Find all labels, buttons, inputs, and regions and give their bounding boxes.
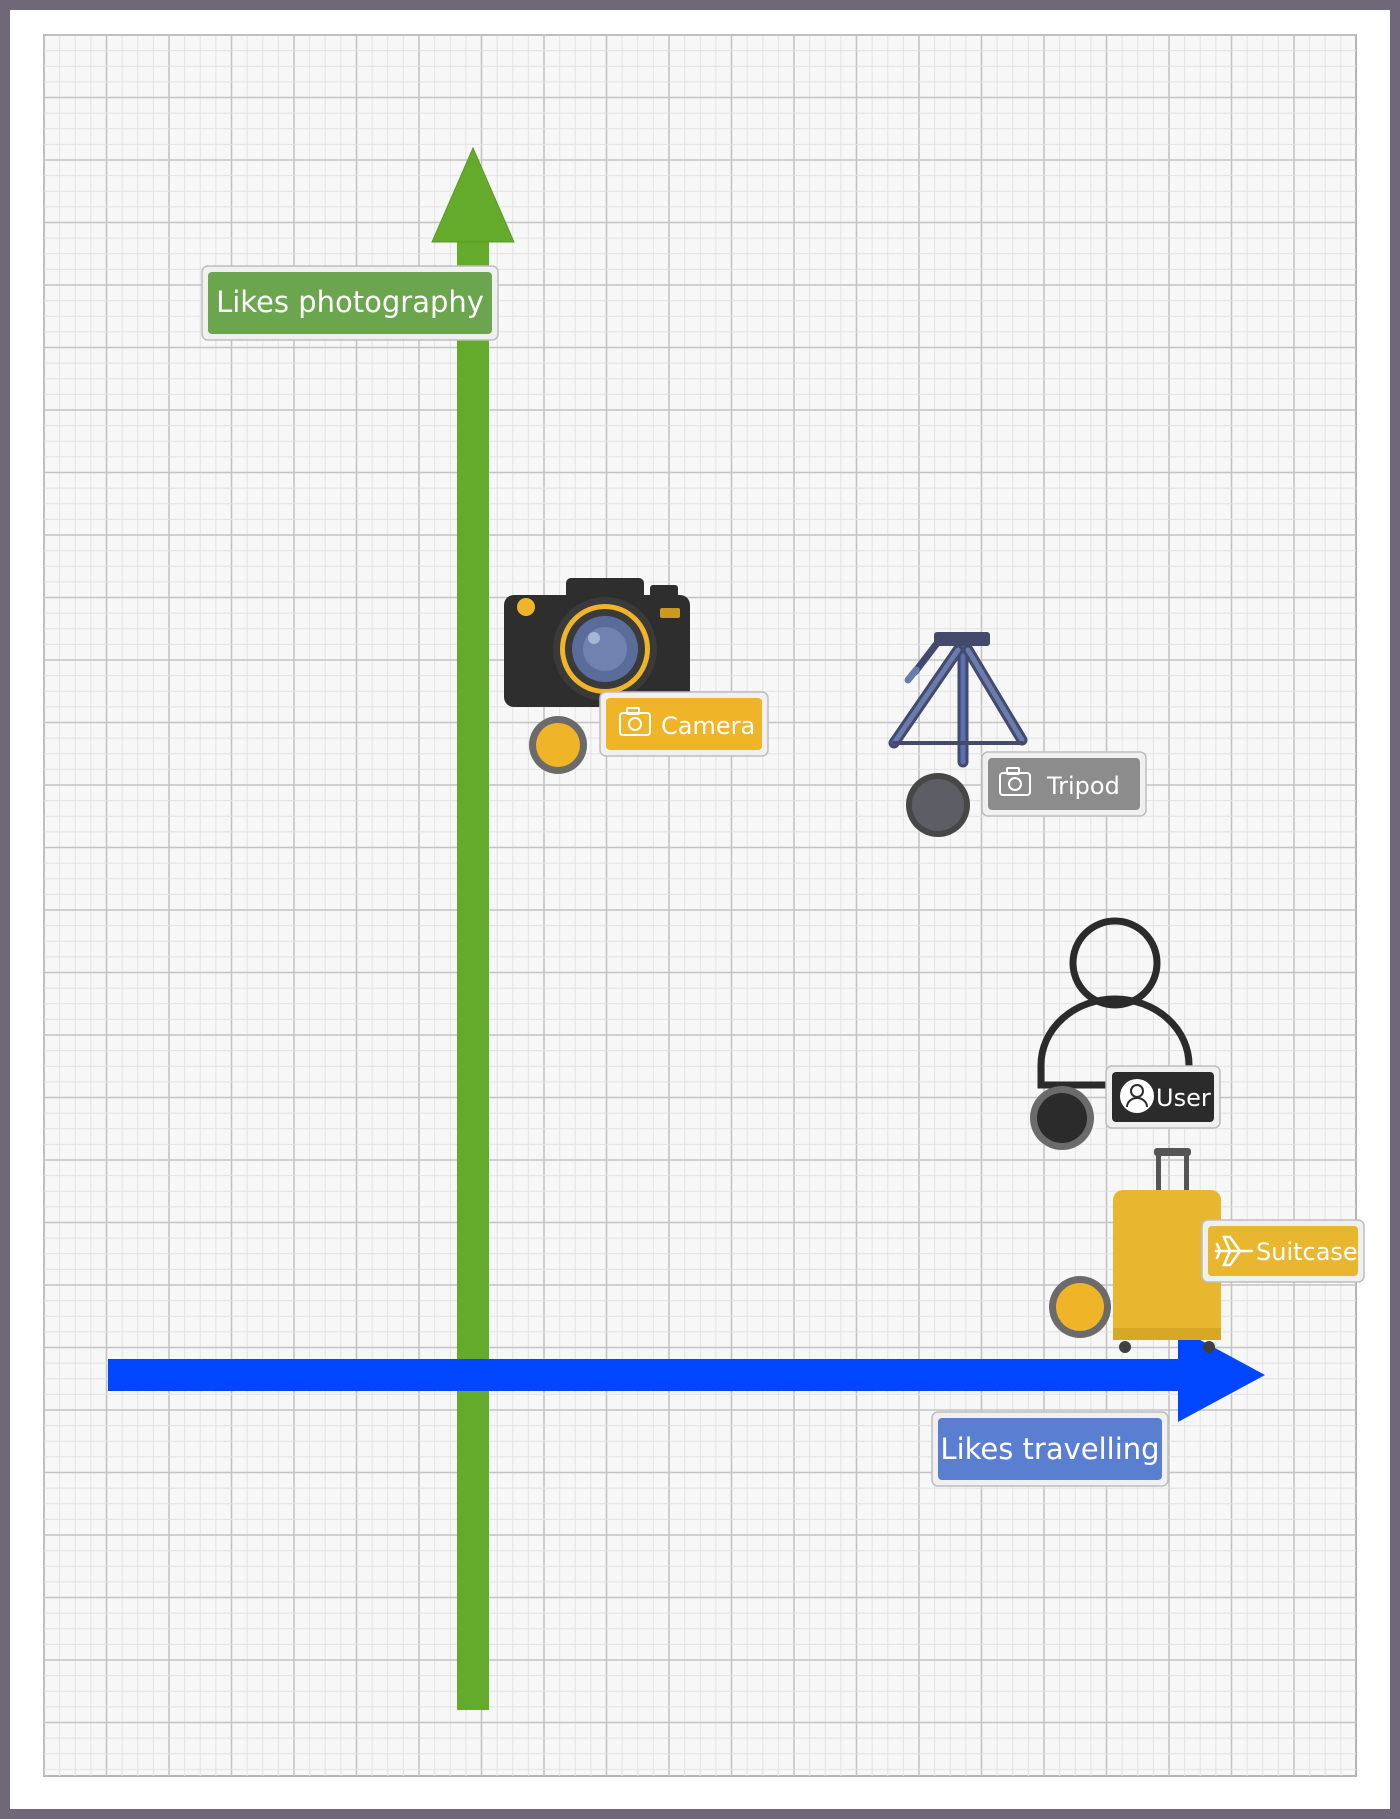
diagram-page: Likes photography Likes travelling Camer…	[10, 10, 1390, 1809]
y-axis-shaft	[457, 240, 489, 1710]
camera-icon	[504, 578, 690, 707]
diagram-canvas: Likes photography Likes travelling Camer…	[43, 34, 1365, 1777]
user-label: User	[1156, 1084, 1211, 1112]
user-circle-icon	[1120, 1079, 1154, 1113]
tripod-label: Tripod	[1046, 772, 1120, 800]
y-axis-label: Likes photography	[201, 265, 499, 341]
y-axis-label-text: Likes photography	[216, 285, 484, 319]
suitcase-label: Suitcase	[1256, 1238, 1358, 1266]
x-axis-shaft	[108, 1359, 1178, 1391]
camera-label: Camera	[661, 712, 755, 740]
x-axis-label: Likes travelling	[931, 1411, 1169, 1487]
x-axis-label-text: Likes travelling	[940, 1432, 1159, 1466]
